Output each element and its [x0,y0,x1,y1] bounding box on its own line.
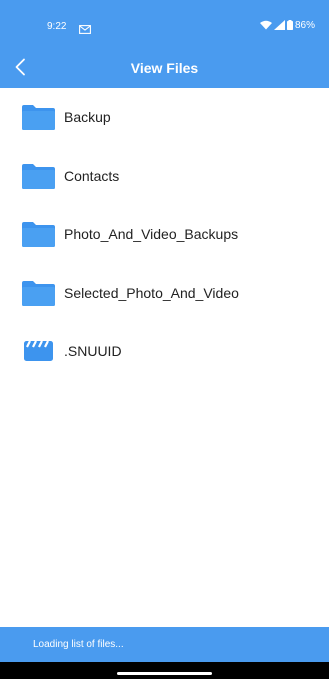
folder-icon [22,163,55,189]
file-item-backup[interactable]: Backup [0,88,329,147]
battery-icon [286,20,293,30]
folder-icon [22,104,55,131]
battery-level: 86% [294,19,315,31]
folder-icon [22,280,55,306]
file-name: Contacts [64,167,120,184]
system-navigation-bar [0,662,329,679]
file-item-photo-and-video-backups[interactable]: Photo_And_Video_Backups [0,205,329,264]
file-name: Backup [64,109,111,126]
home-indicator[interactable] [117,672,212,675]
loading-bar: Loading list of files... [0,627,329,662]
mail-icon [79,21,91,34]
file-name: Photo_And_Video_Backups [64,226,239,243]
file-list: Backup Contacts Photo_And_Video_Backups [0,88,329,381]
app-bar: View Files [0,50,329,88]
file-name: .SNUUID [64,343,122,360]
signal-icon [273,20,285,30]
status-bar: 9:22 86% [0,0,329,50]
status-icons: 86% [259,19,315,31]
file-item-snuuid[interactable]: .SNUUID [0,322,329,381]
wifi-icon [259,20,272,30]
file-item-contacts[interactable]: Contacts [0,147,329,206]
folder-icon [22,221,55,248]
file-name: Selected_Photo_And_Video [64,284,239,301]
status-time: 9:22 [47,21,67,32]
page-title: View Files [130,60,199,76]
video-clapperboard-icon [22,338,55,364]
view-files-screen: 9:22 86% View Files Backup Contacts Phot… [0,0,329,679]
loading-status-text: Loading list of files... [33,639,124,650]
file-item-selected-photo-and-video[interactable]: Selected_Photo_And_Video [0,264,329,323]
